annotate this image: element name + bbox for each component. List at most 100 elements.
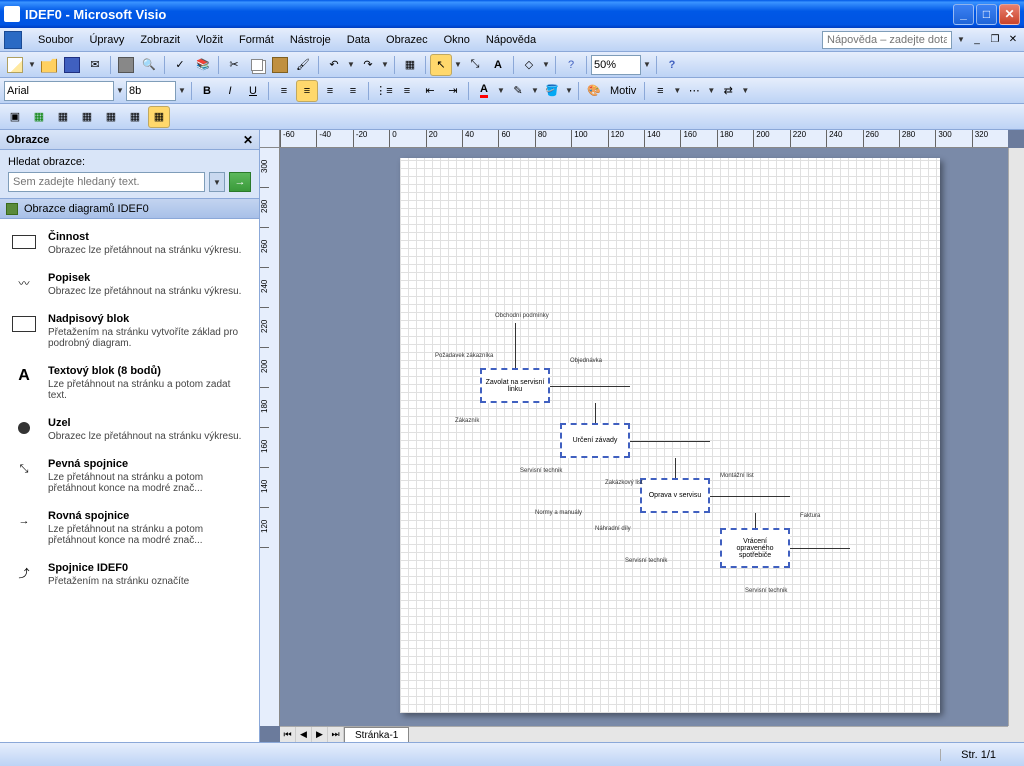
vertical-ruler[interactable]: 300280260240220200180160140120 bbox=[260, 148, 280, 726]
help-search-input[interactable] bbox=[822, 31, 952, 49]
menu-view[interactable]: Zobrazit bbox=[132, 32, 188, 48]
new-dropdown[interactable]: ▼ bbox=[27, 60, 37, 69]
view-2[interactable]: ▦ bbox=[28, 106, 50, 128]
undo-dropdown[interactable]: ▼ bbox=[346, 60, 356, 69]
view-6[interactable]: ▦ bbox=[124, 106, 146, 128]
connector-line[interactable] bbox=[595, 403, 596, 423]
idef-label[interactable]: Faktura bbox=[800, 513, 820, 519]
theme-label[interactable]: Motiv bbox=[606, 85, 640, 97]
idef-activity-box[interactable]: Zavolat na servisní linku bbox=[480, 368, 550, 403]
mdi-restore[interactable]: ❐ bbox=[988, 33, 1002, 47]
line-pattern-dropdown[interactable]: ▼ bbox=[706, 86, 716, 95]
email-button[interactable]: ✉ bbox=[84, 54, 106, 76]
prev-page-button[interactable]: ◀ bbox=[296, 727, 312, 742]
idef-label[interactable]: Zakázkový list bbox=[605, 480, 643, 486]
idef-label[interactable]: Požadavek zákazníka bbox=[435, 353, 493, 359]
shape-solid-connector[interactable]: ⤡ Pevná spojniceLze přetáhnout na stránk… bbox=[4, 450, 255, 502]
ruler-corner[interactable] bbox=[260, 130, 280, 148]
help-button[interactable]: ? bbox=[560, 54, 582, 76]
horizontal-ruler[interactable]: -60-40-200204060801001201401601802002202… bbox=[280, 130, 1008, 148]
menu-tools[interactable]: Nástroje bbox=[282, 32, 339, 48]
shape-straight-connector[interactable]: → Rovná spojniceLze přetáhnout na stránk… bbox=[4, 502, 255, 554]
save-button[interactable] bbox=[61, 54, 83, 76]
underline-button[interactable]: U bbox=[242, 80, 264, 102]
canvas-viewport[interactable]: Zavolat na servisní linkuUrčení závadyOp… bbox=[280, 148, 1008, 726]
fill-color-button[interactable]: 🪣 bbox=[541, 80, 563, 102]
text-tool[interactable]: A bbox=[487, 54, 509, 76]
idef-label[interactable]: Servisní technik bbox=[625, 558, 667, 564]
bullets-button[interactable]: ⋮≡ bbox=[373, 80, 395, 102]
help-icon-button[interactable]: ? bbox=[661, 54, 683, 76]
line-color-button[interactable]: ✎ bbox=[507, 80, 529, 102]
format-painter-button[interactable]: 🖌 bbox=[292, 54, 314, 76]
connector-tool[interactable]: ⤡ bbox=[464, 54, 486, 76]
undo-button[interactable]: ↶ bbox=[323, 54, 345, 76]
shape-idef0-connector[interactable]: ⤴ Spojnice IDEF0Přetažením na stránku oz… bbox=[4, 554, 255, 595]
idef-label[interactable]: Servisní technik bbox=[745, 588, 787, 594]
pointer-tool[interactable]: ↖ bbox=[430, 54, 452, 76]
idef-label[interactable]: Obchodní podmínky bbox=[495, 313, 549, 319]
visio-icon[interactable] bbox=[4, 31, 22, 49]
connector-line[interactable] bbox=[515, 323, 516, 368]
maximize-button[interactable]: □ bbox=[976, 4, 997, 25]
shapes-panel-close[interactable]: ✕ bbox=[243, 133, 253, 147]
spelling-button[interactable]: ✓ bbox=[169, 54, 191, 76]
align-left-button[interactable]: ≡ bbox=[273, 80, 295, 102]
align-right-button[interactable]: ≡ bbox=[319, 80, 341, 102]
line-ends-button[interactable]: ⇄ bbox=[717, 80, 739, 102]
idef-activity-box[interactable]: Vrácení opraveného spotřebiče bbox=[720, 528, 790, 568]
shape-title-block[interactable]: Nadpisový blokPřetažením na stránku vytv… bbox=[4, 305, 255, 357]
bold-button[interactable]: B bbox=[196, 80, 218, 102]
menu-file[interactable]: Soubor bbox=[30, 32, 81, 48]
menu-format[interactable]: Formát bbox=[231, 32, 282, 48]
drawing-tools[interactable]: ◇ bbox=[518, 54, 540, 76]
connector-line[interactable] bbox=[710, 496, 790, 497]
pointer-dropdown[interactable]: ▼ bbox=[453, 60, 463, 69]
help-dropdown-icon[interactable]: ▼ bbox=[956, 35, 966, 44]
stencil-header[interactable]: Obrazce diagramů IDEF0 bbox=[0, 199, 259, 219]
new-button[interactable] bbox=[4, 54, 26, 76]
idef-label[interactable]: Montážní list bbox=[720, 473, 754, 479]
drawing-dropdown[interactable]: ▼ bbox=[541, 60, 551, 69]
copy-button[interactable] bbox=[246, 54, 268, 76]
horizontal-scrollbar[interactable] bbox=[409, 727, 1008, 742]
numbering-button[interactable]: ≡ bbox=[396, 80, 418, 102]
redo-button[interactable]: ↷ bbox=[357, 54, 379, 76]
theme-button[interactable]: 🎨 bbox=[583, 80, 605, 102]
font-name-input[interactable] bbox=[4, 81, 114, 101]
view-5[interactable]: ▦ bbox=[100, 106, 122, 128]
shape-text-block[interactable]: A Textový blok (8 bodů)Lze přetáhnout na… bbox=[4, 357, 255, 409]
idef-label[interactable]: Objednávka bbox=[570, 358, 602, 364]
connector-line[interactable] bbox=[630, 441, 710, 442]
line-weight-dropdown[interactable]: ▼ bbox=[672, 86, 682, 95]
view-7[interactable]: ▦ bbox=[148, 106, 170, 128]
menu-window[interactable]: Okno bbox=[436, 32, 478, 48]
idef-label[interactable]: Normy a manuály bbox=[535, 510, 582, 516]
next-page-button[interactable]: ▶ bbox=[312, 727, 328, 742]
decrease-indent-button[interactable]: ⇤ bbox=[419, 80, 441, 102]
connector-line[interactable] bbox=[550, 386, 630, 387]
shape-activity[interactable]: ČinnostObrazec lze přetáhnout na stránku… bbox=[4, 223, 255, 264]
view-4[interactable]: ▦ bbox=[76, 106, 98, 128]
research-button[interactable]: 📚 bbox=[192, 54, 214, 76]
font-color-dropdown[interactable]: ▼ bbox=[496, 86, 506, 95]
font-size-dropdown[interactable]: ▼ bbox=[177, 86, 187, 95]
print-button[interactable] bbox=[115, 54, 137, 76]
shapes-button[interactable]: ▦ bbox=[399, 54, 421, 76]
font-name-dropdown[interactable]: ▼ bbox=[115, 86, 125, 95]
connector-line[interactable] bbox=[675, 458, 676, 478]
line-weight-button[interactable]: ≡ bbox=[649, 80, 671, 102]
shape-node[interactable]: UzelObrazec lze přetáhnout na stránku vý… bbox=[4, 409, 255, 450]
idef-label[interactable]: Náhradní díly bbox=[595, 526, 631, 532]
print-preview-button[interactable]: 🔍 bbox=[138, 54, 160, 76]
close-button[interactable]: ✕ bbox=[999, 4, 1020, 25]
idef-activity-box[interactable]: Určení závady bbox=[560, 423, 630, 458]
minimize-button[interactable]: _ bbox=[953, 4, 974, 25]
fill-color-dropdown[interactable]: ▼ bbox=[564, 86, 574, 95]
line-color-dropdown[interactable]: ▼ bbox=[530, 86, 540, 95]
menu-data[interactable]: Data bbox=[339, 32, 378, 48]
zoom-input[interactable] bbox=[591, 55, 641, 75]
font-color-button[interactable]: A bbox=[473, 80, 495, 102]
shape-label[interactable]: 〰 PopisekObrazec lze přetáhnout na strán… bbox=[4, 264, 255, 305]
vertical-scrollbar[interactable] bbox=[1008, 148, 1024, 726]
